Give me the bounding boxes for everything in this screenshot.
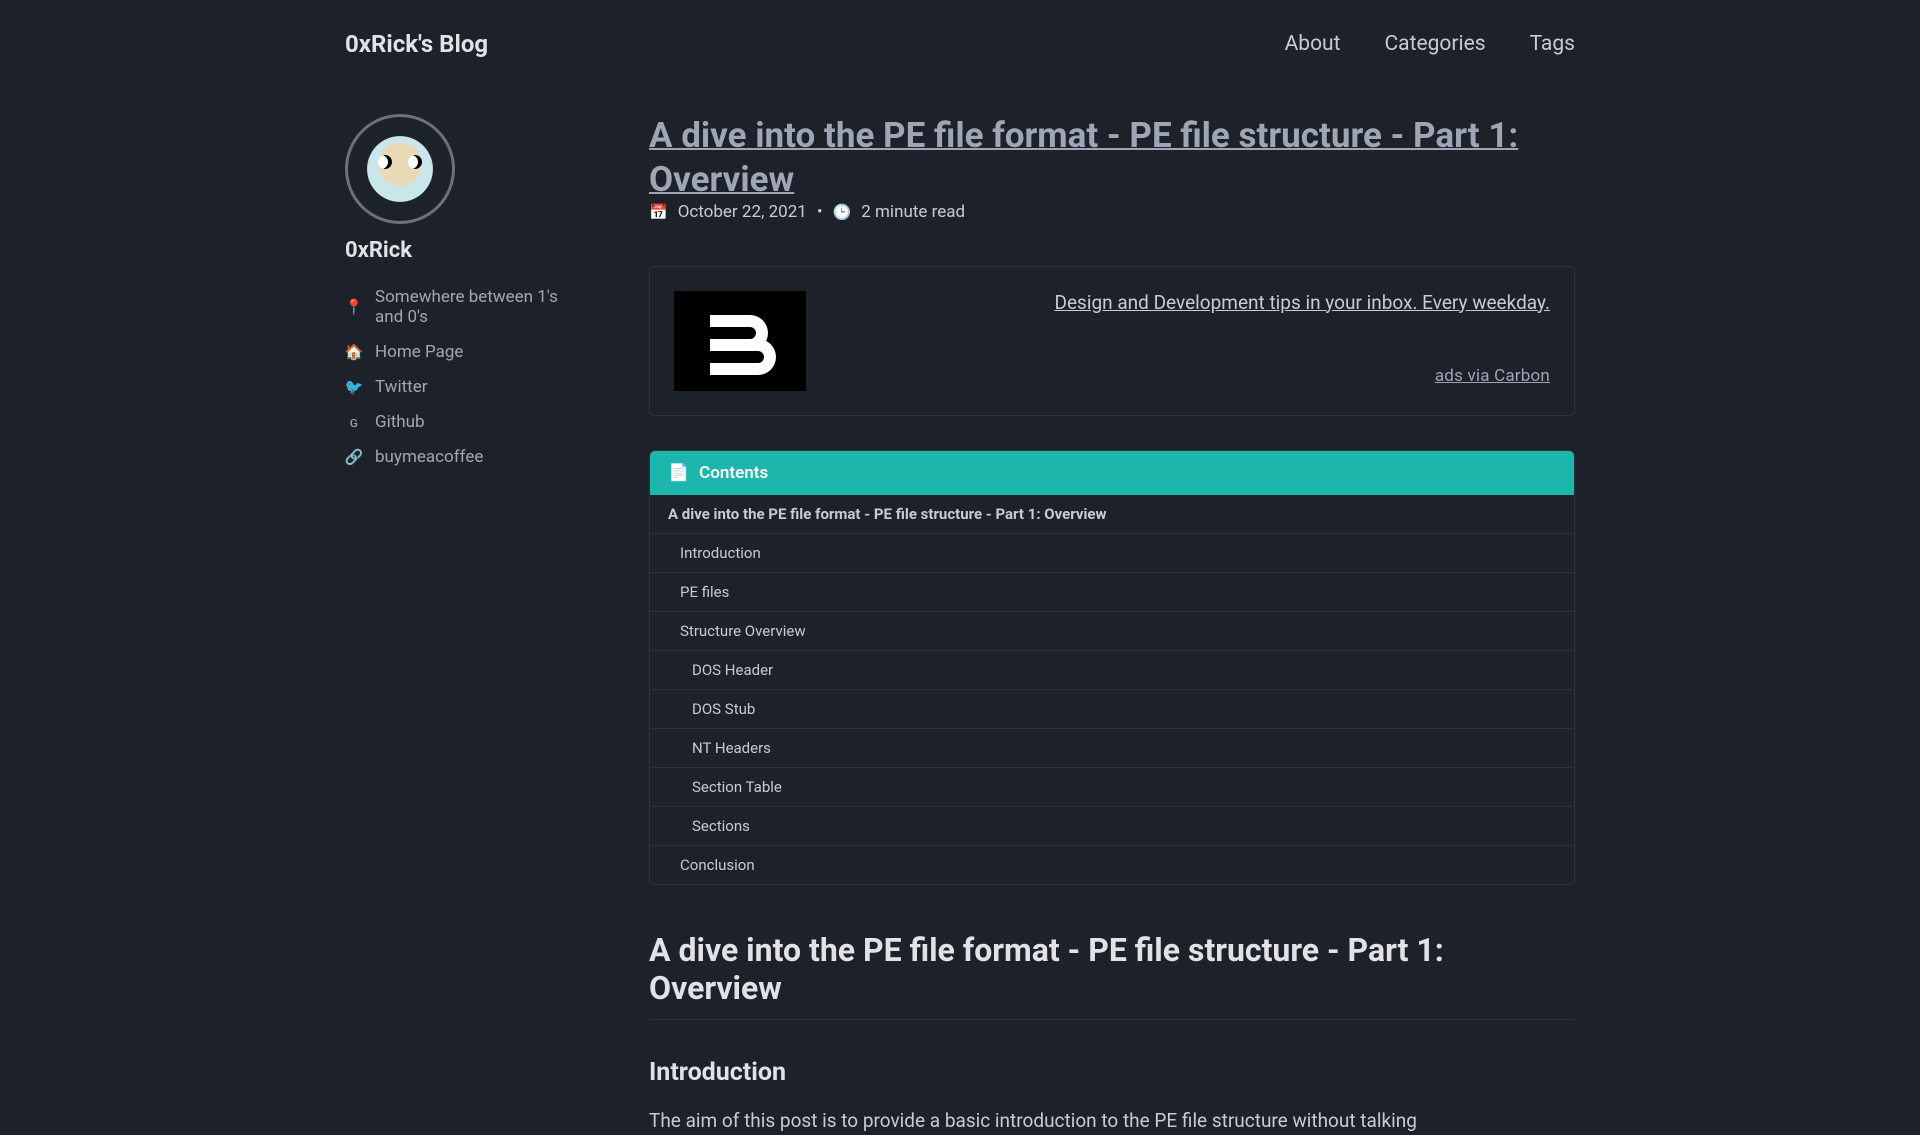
sidebar-item-twitter[interactable]: 🐦 Twitter	[345, 377, 589, 397]
carbon-ad-tagline[interactable]: Design and Development tips in your inbo…	[1054, 291, 1550, 314]
post-meta: 📅 October 22, 2021 • 🕒 2 minute read	[649, 202, 1575, 222]
meta-separator: •	[817, 202, 823, 222]
carbon-ad-image[interactable]	[674, 291, 806, 391]
github-icon: ɢ	[345, 413, 363, 431]
main: A dive into the PE file format - PE file…	[649, 114, 1575, 1135]
toc-header: 📄 Contents	[650, 451, 1574, 495]
toc-item[interactable]: Structure Overview	[650, 611, 1574, 650]
sidebar-item-buymeacoffee[interactable]: 🔗 buymeacoffee	[345, 447, 589, 467]
carbon-ad: Design and Development tips in your inbo…	[649, 266, 1575, 416]
toc-item[interactable]: NT Headers	[650, 728, 1574, 767]
avatar-image	[352, 121, 448, 217]
home-icon: 🏠	[345, 343, 363, 361]
author-name: 0xRick	[345, 238, 589, 263]
carbon-ad-text: Design and Development tips in your inbo…	[1006, 291, 1550, 386]
sidebar-item-homepage[interactable]: 🏠 Home Page	[345, 342, 589, 362]
twitter-icon: 🐦	[345, 378, 363, 396]
nav-categories[interactable]: Categories	[1385, 32, 1486, 56]
sidebar-item-github[interactable]: ɢ Github	[345, 412, 589, 432]
link-icon: 🔗	[345, 448, 363, 466]
table-of-contents: 📄 Contents A dive into the PE file forma…	[649, 450, 1575, 885]
sidebar-item-label: Github	[375, 412, 425, 432]
sidebar-item-label: Somewhere between 1's and 0's	[375, 287, 589, 327]
article-h1: A dive into the PE file format - PE file…	[649, 931, 1575, 1020]
author-sidebar: 0xRick 📍 Somewhere between 1's and 0's 🏠…	[345, 114, 589, 1135]
masthead: 0xRick's Blog About Categories Tags	[0, 0, 1920, 88]
toc-item[interactable]: Conclusion	[650, 845, 1574, 884]
nav-tags[interactable]: Tags	[1530, 32, 1575, 56]
post-title[interactable]: A dive into the PE file format - PE file…	[649, 115, 1518, 200]
toc-item[interactable]: Section Table	[650, 767, 1574, 806]
toc-item[interactable]: Sections	[650, 806, 1574, 845]
site-title[interactable]: 0xRick's Blog	[345, 30, 488, 58]
article-paragraph: The aim of this post is to provide a bas…	[649, 1107, 1575, 1135]
carbon-ad-via[interactable]: ads via Carbon	[1435, 366, 1550, 386]
toc-list: A dive into the PE file format - PE file…	[650, 495, 1574, 884]
map-pin-icon: 📍	[345, 298, 363, 316]
sidebar-item-label: Home Page	[375, 342, 463, 362]
toc-item[interactable]: DOS Header	[650, 650, 1574, 689]
post-read-time: 2 minute read	[861, 202, 965, 222]
sidebar-item-location: 📍 Somewhere between 1's and 0's	[345, 287, 589, 327]
article-h2-introduction: Introduction	[649, 1058, 1575, 1087]
file-icon: 📄	[668, 463, 689, 483]
toc-item[interactable]: Introduction	[650, 533, 1574, 572]
toc-item[interactable]: A dive into the PE file format - PE file…	[650, 495, 1574, 533]
clock-icon: 🕒	[833, 203, 852, 221]
post-date: October 22, 2021	[678, 202, 807, 222]
toc-item[interactable]: PE files	[650, 572, 1574, 611]
sidebar-item-label: Twitter	[375, 377, 427, 397]
sidebar-item-label: buymeacoffee	[375, 447, 483, 467]
avatar[interactable]	[345, 114, 455, 224]
toc-item[interactable]: DOS Stub	[650, 689, 1574, 728]
calendar-icon: 📅	[649, 203, 668, 221]
top-nav: About Categories Tags	[1285, 32, 1575, 56]
nav-about[interactable]: About	[1285, 32, 1341, 56]
toc-header-label: Contents	[699, 463, 768, 483]
